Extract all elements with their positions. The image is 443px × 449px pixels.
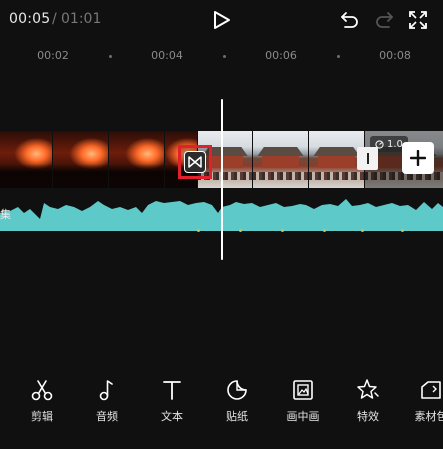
tool-label: 贴纸 (226, 410, 248, 423)
ruler-label: 00:02 (37, 49, 69, 62)
beat-marker (323, 229, 326, 232)
speed-value: 1.0 (387, 138, 403, 150)
clip-thumbnail (253, 131, 308, 188)
add-clip-button[interactable] (402, 142, 434, 174)
beat-marker (239, 229, 242, 232)
tool-effects[interactable]: 特效 (340, 378, 396, 424)
redo-button[interactable] (373, 9, 395, 31)
tool-text[interactable]: 文本 (144, 378, 200, 424)
ruler-label: 00:08 (379, 49, 411, 62)
transition-icon-box (184, 151, 206, 173)
beat-marker (197, 229, 200, 232)
tool-pip[interactable]: 画中画 (275, 378, 331, 424)
picture-in-picture-icon (293, 380, 313, 400)
clip-thumbnail (309, 131, 364, 188)
clip-thumbnail (53, 131, 108, 188)
beat-marker (281, 229, 284, 232)
ruler-label: 00:06 (265, 49, 297, 62)
tool-label: 素材包 (414, 410, 443, 423)
clip-trim-handle[interactable] (357, 147, 378, 170)
music-note-icon (99, 380, 113, 401)
tool-material-pack[interactable]: 素材包 (403, 378, 443, 424)
beat-marker (401, 229, 404, 232)
material-pack-icon (421, 381, 441, 399)
text-t-icon (163, 381, 181, 400)
fullscreen-icon (409, 11, 427, 29)
transition-button[interactable] (178, 145, 212, 179)
effects-star-icon (357, 379, 379, 399)
play-icon (214, 11, 230, 29)
ruler-label: 00:04 (151, 49, 183, 62)
undo-icon (341, 12, 358, 28)
playhead[interactable] (221, 99, 223, 260)
bowtie-transition-icon (188, 156, 202, 168)
ruler-dot (223, 55, 226, 58)
current-time: 00:05 (9, 11, 51, 27)
tool-label: 特效 (357, 410, 379, 423)
redo-icon (376, 12, 393, 28)
play-button[interactable] (211, 9, 233, 31)
tool-label: 音频 (96, 410, 118, 423)
beat-marker (361, 229, 364, 232)
tool-label: 文本 (161, 410, 183, 423)
scissors-icon (31, 380, 53, 401)
time-separator: / (52, 11, 57, 27)
tool-sticker[interactable]: 贴纸 (209, 378, 265, 424)
audio-track-label: 集 (0, 208, 11, 221)
ruler-dot (337, 55, 340, 58)
sticker-icon (227, 380, 247, 400)
tool-label: 画中画 (286, 410, 320, 423)
undo-button[interactable] (339, 9, 361, 31)
ruler-dot (109, 55, 112, 58)
total-time: 01:01 (61, 11, 102, 27)
tool-label: 剪辑 (31, 410, 53, 423)
plus-icon (410, 150, 426, 166)
tool-edit[interactable]: 剪辑 (14, 378, 70, 424)
clip-thumbnail (109, 131, 164, 188)
clip-thumbnail (0, 131, 52, 188)
fullscreen-button[interactable] (407, 9, 429, 31)
tool-audio[interactable]: 音频 (79, 378, 135, 424)
